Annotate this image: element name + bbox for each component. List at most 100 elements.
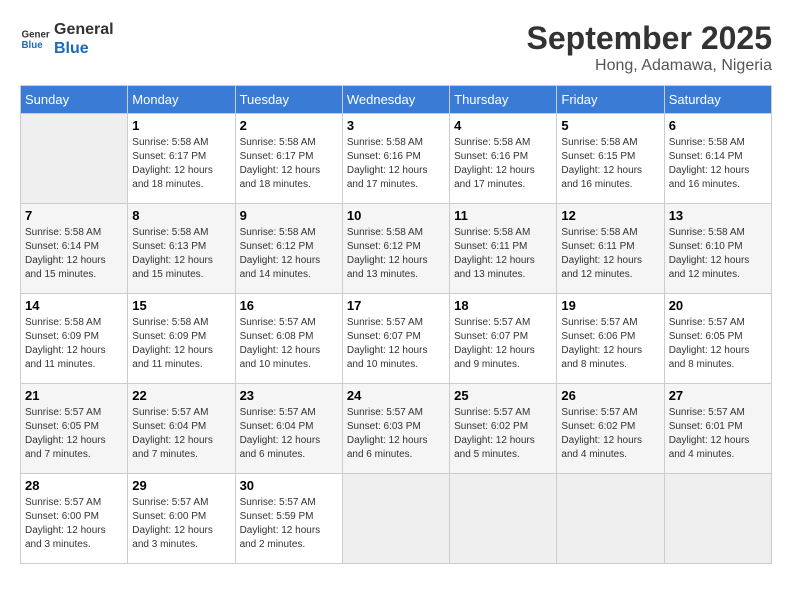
day-info: Sunrise: 5:58 AM Sunset: 6:10 PM Dayligh… [669,226,767,282]
day-number: 23 [240,388,338,403]
header-wednesday: Wednesday [342,86,449,114]
day-cell: 4Sunrise: 5:58 AM Sunset: 6:16 PM Daylig… [450,114,557,204]
day-info: Sunrise: 5:58 AM Sunset: 6:11 PM Dayligh… [454,226,552,282]
day-info: Sunrise: 5:58 AM Sunset: 6:09 PM Dayligh… [132,316,230,372]
day-number: 26 [561,388,659,403]
day-number: 11 [454,208,552,223]
svg-text:General: General [22,30,51,41]
day-cell: 15 Sunrise: 5:58 AM Sunset: 6:09 PM Dayli… [128,294,235,384]
day-cell [450,474,557,564]
day-number: 5 [561,118,659,133]
header-friday: Friday [557,86,664,114]
day-number: 3 [347,118,445,133]
day-cell [664,474,771,564]
day-info: Sunrise: 5:57 AM Sunset: 6:08 PM Dayligh… [240,316,338,372]
day-info: Sunrise: 5:57 AM Sunset: 6:05 PM Dayligh… [25,406,123,462]
day-cell: 16Sunrise: 5:57 AM Sunset: 6:08 PM Dayli… [235,294,342,384]
week-row-1: 1 Sunrise: 5:58 AM Sunset: 6:17 PM Daylig… [21,114,772,204]
day-number: 10 [347,208,445,223]
day-cell: 21 Sunrise: 5:57 AM Sunset: 6:05 PM Dayli… [21,384,128,474]
day-cell: 3 Sunrise: 5:58 AM Sunset: 6:16 PM Daylig… [342,114,449,204]
day-number: 28 [25,478,123,493]
header-monday: Monday [128,86,235,114]
week-row-5: 28Sunrise: 5:57 AM Sunset: 6:00 PM Dayli… [21,474,772,564]
day-cell: 23 Sunrise: 5:57 AM Sunset: 6:04 PM Dayli… [235,384,342,474]
logo-text-general: General [54,20,114,39]
day-info: Sunrise: 5:58 AM Sunset: 6:17 PM Dayligh… [240,136,338,192]
day-number: 12 [561,208,659,223]
day-info: Sunrise: 5:57 AM Sunset: 6:04 PM Dayligh… [240,406,338,462]
day-info: Sunrise: 5:58 AM Sunset: 6:15 PM Dayligh… [561,136,659,192]
day-cell [557,474,664,564]
day-cell: 28Sunrise: 5:57 AM Sunset: 6:00 PM Dayli… [21,474,128,564]
header-sunday: Sunday [21,86,128,114]
day-cell: 22 Sunrise: 5:57 AM Sunset: 6:04 PM Dayli… [128,384,235,474]
day-number: 22 [132,388,230,403]
day-cell: 14Sunrise: 5:58 AM Sunset: 6:09 PM Dayli… [21,294,128,384]
day-number: 13 [669,208,767,223]
day-number: 20 [669,298,767,313]
day-number: 15 [132,298,230,313]
day-info: Sunrise: 5:57 AM Sunset: 6:01 PM Dayligh… [669,406,767,462]
day-cell: 29Sunrise: 5:57 AM Sunset: 6:00 PM Dayli… [128,474,235,564]
day-number: 25 [454,388,552,403]
day-cell [21,114,128,204]
day-info: Sunrise: 5:58 AM Sunset: 6:14 PM Dayligh… [669,136,767,192]
logo-icon: General Blue [20,24,50,54]
title-area: September 2025 Hong, Adamawa, Nigeria [527,20,772,75]
day-cell [342,474,449,564]
day-number: 29 [132,478,230,493]
day-number: 7 [25,208,123,223]
header-saturday: Saturday [664,86,771,114]
day-number: 8 [132,208,230,223]
day-cell: 11 Sunrise: 5:58 AM Sunset: 6:11 PM Dayli… [450,204,557,294]
calendar-header-row: SundayMondayTuesdayWednesdayThursdayFrid… [21,86,772,114]
day-info: Sunrise: 5:58 AM Sunset: 6:12 PM Dayligh… [240,226,338,282]
week-row-4: 21 Sunrise: 5:57 AM Sunset: 6:05 PM Dayli… [21,384,772,474]
day-cell: 30 Sunrise: 5:57 AM Sunset: 5:59 PM Dayli… [235,474,342,564]
day-cell: 7Sunrise: 5:58 AM Sunset: 6:14 PM Daylig… [21,204,128,294]
day-number: 18 [454,298,552,313]
day-info: Sunrise: 5:57 AM Sunset: 5:59 PM Dayligh… [240,496,338,552]
day-info: Sunrise: 5:57 AM Sunset: 6:02 PM Dayligh… [561,406,659,462]
svg-text:Blue: Blue [22,40,44,51]
day-cell: 24 Sunrise: 5:57 AM Sunset: 6:03 PM Dayli… [342,384,449,474]
day-cell: 19Sunrise: 5:57 AM Sunset: 6:06 PM Dayli… [557,294,664,384]
day-cell: 9Sunrise: 5:58 AM Sunset: 6:12 PM Daylig… [235,204,342,294]
week-row-3: 14Sunrise: 5:58 AM Sunset: 6:09 PM Dayli… [21,294,772,384]
day-cell: 18 Sunrise: 5:57 AM Sunset: 6:07 PM Dayli… [450,294,557,384]
week-row-2: 7Sunrise: 5:58 AM Sunset: 6:14 PM Daylig… [21,204,772,294]
day-cell: 2Sunrise: 5:58 AM Sunset: 6:17 PM Daylig… [235,114,342,204]
header-tuesday: Tuesday [235,86,342,114]
day-number: 24 [347,388,445,403]
day-info: Sunrise: 5:58 AM Sunset: 6:12 PM Dayligh… [347,226,445,282]
day-cell: 26 Sunrise: 5:57 AM Sunset: 6:02 PM Dayli… [557,384,664,474]
day-info: Sunrise: 5:57 AM Sunset: 6:07 PM Dayligh… [454,316,552,372]
location: Hong, Adamawa, Nigeria [527,57,772,75]
calendar-table: SundayMondayTuesdayWednesdayThursdayFrid… [20,85,772,564]
day-info: Sunrise: 5:57 AM Sunset: 6:02 PM Dayligh… [454,406,552,462]
day-info: Sunrise: 5:58 AM Sunset: 6:09 PM Dayligh… [25,316,123,372]
day-cell: 12 Sunrise: 5:58 AM Sunset: 6:11 PM Dayli… [557,204,664,294]
day-cell: 25 Sunrise: 5:57 AM Sunset: 6:02 PM Dayli… [450,384,557,474]
day-info: Sunrise: 5:57 AM Sunset: 6:03 PM Dayligh… [347,406,445,462]
day-info: Sunrise: 5:58 AM Sunset: 6:17 PM Dayligh… [132,136,230,192]
day-number: 4 [454,118,552,133]
day-info: Sunrise: 5:57 AM Sunset: 6:07 PM Dayligh… [347,316,445,372]
day-info: Sunrise: 5:58 AM Sunset: 6:16 PM Dayligh… [347,136,445,192]
day-cell: 13 Sunrise: 5:58 AM Sunset: 6:10 PM Dayli… [664,204,771,294]
day-info: Sunrise: 5:57 AM Sunset: 6:06 PM Dayligh… [561,316,659,372]
day-number: 1 [132,118,230,133]
day-cell: 5 Sunrise: 5:58 AM Sunset: 6:15 PM Daylig… [557,114,664,204]
day-number: 21 [25,388,123,403]
month-title: September 2025 [527,20,772,57]
day-number: 17 [347,298,445,313]
page-header: General Blue General Blue September 2025… [20,20,772,75]
day-number: 30 [240,478,338,493]
day-cell: 27Sunrise: 5:57 AM Sunset: 6:01 PM Dayli… [664,384,771,474]
day-cell: 8Sunrise: 5:58 AM Sunset: 6:13 PM Daylig… [128,204,235,294]
day-cell: 6Sunrise: 5:58 AM Sunset: 6:14 PM Daylig… [664,114,771,204]
day-info: Sunrise: 5:57 AM Sunset: 6:04 PM Dayligh… [132,406,230,462]
day-cell: 10 Sunrise: 5:58 AM Sunset: 6:12 PM Dayli… [342,204,449,294]
day-info: Sunrise: 5:58 AM Sunset: 6:11 PM Dayligh… [561,226,659,282]
